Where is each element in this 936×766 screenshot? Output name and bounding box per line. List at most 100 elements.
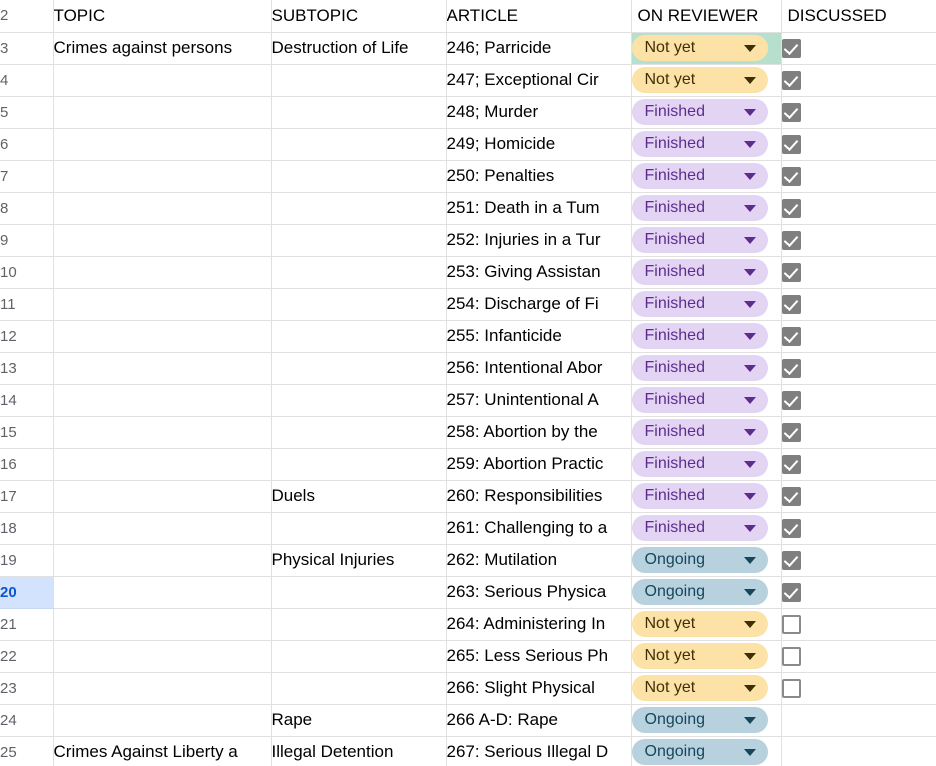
checkbox-checked-icon[interactable]: [781, 518, 801, 538]
cell-discussed[interactable]: [781, 96, 936, 129]
status-dropdown-chip[interactable]: Finished: [631, 451, 768, 477]
cell-topic[interactable]: [53, 352, 272, 385]
row-header-20[interactable]: 20: [0, 576, 54, 609]
cell-discussed[interactable]: [781, 256, 936, 289]
column-header-subtopic[interactable]: SUBTOPIC: [271, 0, 447, 33]
cell-article[interactable]: 252: Injuries in a Tur: [446, 224, 632, 257]
cell-topic[interactable]: [53, 128, 272, 161]
checkbox-checked-icon[interactable]: [781, 550, 801, 570]
chevron-down-icon[interactable]: [743, 268, 756, 276]
cell-topic[interactable]: [53, 288, 272, 321]
status-dropdown-chip[interactable]: Ongoing: [631, 579, 768, 605]
status-dropdown-chip[interactable]: Finished: [631, 515, 768, 541]
row-header-7[interactable]: 7: [0, 160, 54, 193]
cell-subtopic[interactable]: [271, 96, 447, 129]
cell-discussed[interactable]: [781, 704, 936, 737]
cell-discussed[interactable]: [781, 288, 936, 321]
cell-subtopic[interactable]: [271, 352, 447, 385]
cell-topic[interactable]: [53, 608, 272, 641]
cell-on-reviewer[interactable]: Finished: [631, 320, 782, 353]
checkbox-checked-icon[interactable]: [781, 198, 801, 218]
cell-article[interactable]: 267: Serious Illegal D: [446, 736, 632, 766]
cell-article[interactable]: 266 A-D: Rape: [446, 704, 632, 737]
checkbox-checked-icon[interactable]: [781, 102, 801, 122]
cell-article[interactable]: 262: Mutilation: [446, 544, 632, 577]
cell-subtopic[interactable]: [271, 640, 447, 673]
cell-article[interactable]: 246; Parricide: [446, 32, 632, 65]
cell-on-reviewer[interactable]: Finished: [631, 256, 782, 289]
cell-subtopic[interactable]: [271, 224, 447, 257]
status-dropdown-chip[interactable]: Finished: [631, 99, 768, 125]
cell-topic[interactable]: [53, 480, 272, 513]
status-dropdown-chip[interactable]: Not yet: [631, 67, 768, 93]
cell-topic[interactable]: [53, 640, 272, 673]
cell-subtopic[interactable]: [271, 160, 447, 193]
cell-subtopic[interactable]: [271, 320, 447, 353]
chevron-down-icon[interactable]: [743, 300, 756, 308]
cell-on-reviewer[interactable]: Not yet: [631, 672, 782, 705]
cell-on-reviewer[interactable]: Finished: [631, 384, 782, 417]
cell-article[interactable]: 257: Unintentional A: [446, 384, 632, 417]
cell-discussed[interactable]: [781, 736, 936, 766]
chevron-down-icon[interactable]: [743, 364, 756, 372]
chevron-down-icon[interactable]: [743, 332, 756, 340]
row-header-22[interactable]: 22: [0, 640, 54, 673]
chevron-down-icon[interactable]: [743, 428, 756, 436]
checkbox-checked-icon[interactable]: [781, 70, 801, 90]
cell-discussed[interactable]: [781, 32, 936, 65]
cell-subtopic[interactable]: [271, 416, 447, 449]
chevron-down-icon[interactable]: [743, 524, 756, 532]
cell-subtopic[interactable]: [271, 128, 447, 161]
checkbox-unchecked-icon[interactable]: [781, 678, 801, 698]
checkbox-unchecked-icon[interactable]: [781, 646, 801, 666]
cell-on-reviewer[interactable]: Ongoing: [631, 544, 782, 577]
spreadsheet-grid[interactable]: 2 TOPIC SUBTOPIC ARTICLE ON REVIEWER DIS…: [0, 0, 936, 766]
row-header-11[interactable]: 11: [0, 288, 54, 321]
chevron-down-icon[interactable]: [743, 460, 756, 468]
row-header-2[interactable]: 2: [0, 0, 54, 33]
row-header-3[interactable]: 3: [0, 32, 54, 65]
cell-discussed[interactable]: [781, 224, 936, 257]
cell-discussed[interactable]: [781, 320, 936, 353]
checkbox-checked-icon[interactable]: [781, 230, 801, 250]
checkbox-checked-icon[interactable]: [781, 166, 801, 186]
cell-discussed[interactable]: [781, 512, 936, 545]
cell-subtopic[interactable]: Duels: [271, 480, 447, 513]
cell-discussed[interactable]: [781, 192, 936, 225]
cell-topic[interactable]: [53, 576, 272, 609]
chevron-down-icon[interactable]: [743, 140, 756, 148]
column-header-discussed[interactable]: DISCUSSED: [781, 0, 936, 33]
row-header-12[interactable]: 12: [0, 320, 54, 353]
status-dropdown-chip[interactable]: Not yet: [631, 675, 768, 701]
cell-article[interactable]: 255: Infanticide: [446, 320, 632, 353]
chevron-down-icon[interactable]: [743, 588, 756, 596]
row-header-6[interactable]: 6: [0, 128, 54, 161]
row-header-21[interactable]: 21: [0, 608, 54, 641]
cell-discussed[interactable]: [781, 416, 936, 449]
row-header-19[interactable]: 19: [0, 544, 54, 577]
cell-topic[interactable]: [53, 416, 272, 449]
chevron-down-icon[interactable]: [743, 492, 756, 500]
cell-on-reviewer[interactable]: Ongoing: [631, 576, 782, 609]
cell-article[interactable]: 249; Homicide: [446, 128, 632, 161]
cell-topic[interactable]: [53, 192, 272, 225]
cell-subtopic[interactable]: Physical Injuries: [271, 544, 447, 577]
column-header-topic[interactable]: TOPIC: [53, 0, 272, 33]
cell-article[interactable]: 261: Challenging to a: [446, 512, 632, 545]
cell-article[interactable]: 247; Exceptional Cir: [446, 64, 632, 97]
status-dropdown-chip[interactable]: Finished: [631, 227, 768, 253]
cell-article[interactable]: 263: Serious Physica: [446, 576, 632, 609]
status-dropdown-chip[interactable]: Finished: [631, 163, 768, 189]
cell-article[interactable]: 266: Slight Physical: [446, 672, 632, 705]
cell-on-reviewer[interactable]: Finished: [631, 288, 782, 321]
cell-discussed[interactable]: [781, 64, 936, 97]
row-header-23[interactable]: 23: [0, 672, 54, 705]
checkbox-checked-icon[interactable]: [781, 326, 801, 346]
cell-on-reviewer[interactable]: Ongoing: [631, 704, 782, 737]
cell-topic[interactable]: [53, 224, 272, 257]
cell-subtopic[interactable]: [271, 64, 447, 97]
cell-discussed[interactable]: [781, 448, 936, 481]
chevron-down-icon[interactable]: [743, 556, 756, 564]
cell-topic[interactable]: Crimes Against Liberty a: [53, 736, 272, 766]
cell-subtopic[interactable]: [271, 448, 447, 481]
